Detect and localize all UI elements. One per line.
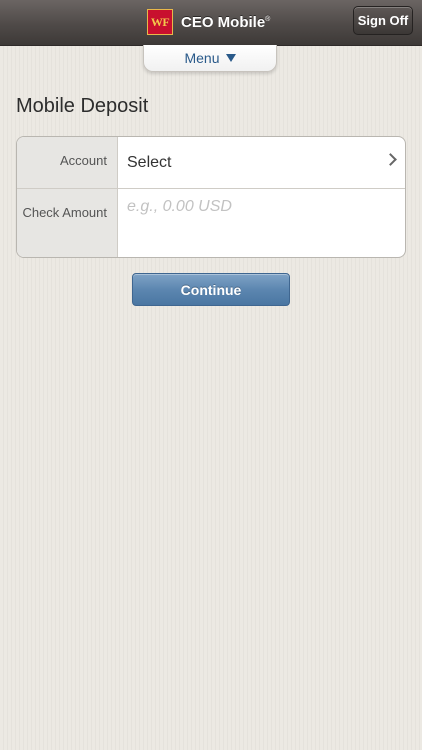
menu-button[interactable]: Menu	[143, 45, 277, 72]
chevron-right-icon	[384, 153, 397, 166]
continue-button[interactable]: Continue	[132, 273, 290, 306]
triangle-down-icon	[225, 54, 236, 62]
wells-fargo-logo: WF	[147, 9, 173, 35]
check-amount-input[interactable]	[127, 197, 387, 216]
app-header: WF CEO Mobile® Sign Off	[0, 0, 422, 46]
brand: WF CEO Mobile®	[147, 9, 270, 35]
check-amount-label: Check Amount	[17, 189, 118, 257]
account-select[interactable]: Select	[118, 137, 405, 188]
account-select-value: Select	[127, 153, 172, 171]
app-title-text: CEO Mobile	[181, 13, 266, 31]
page-title: Mobile Deposit	[16, 95, 149, 117]
trademark-symbol: ®	[265, 15, 271, 23]
account-label: Account	[17, 137, 118, 188]
deposit-form: Account Select Check Amount	[16, 136, 406, 258]
check-amount-row: Check Amount	[17, 189, 405, 257]
app-title: CEO Mobile®	[181, 14, 270, 31]
account-row[interactable]: Account Select	[17, 137, 405, 189]
menu-label: Menu	[184, 50, 220, 66]
sign-off-button[interactable]: Sign Off	[353, 6, 413, 35]
check-amount-cell	[118, 189, 405, 257]
